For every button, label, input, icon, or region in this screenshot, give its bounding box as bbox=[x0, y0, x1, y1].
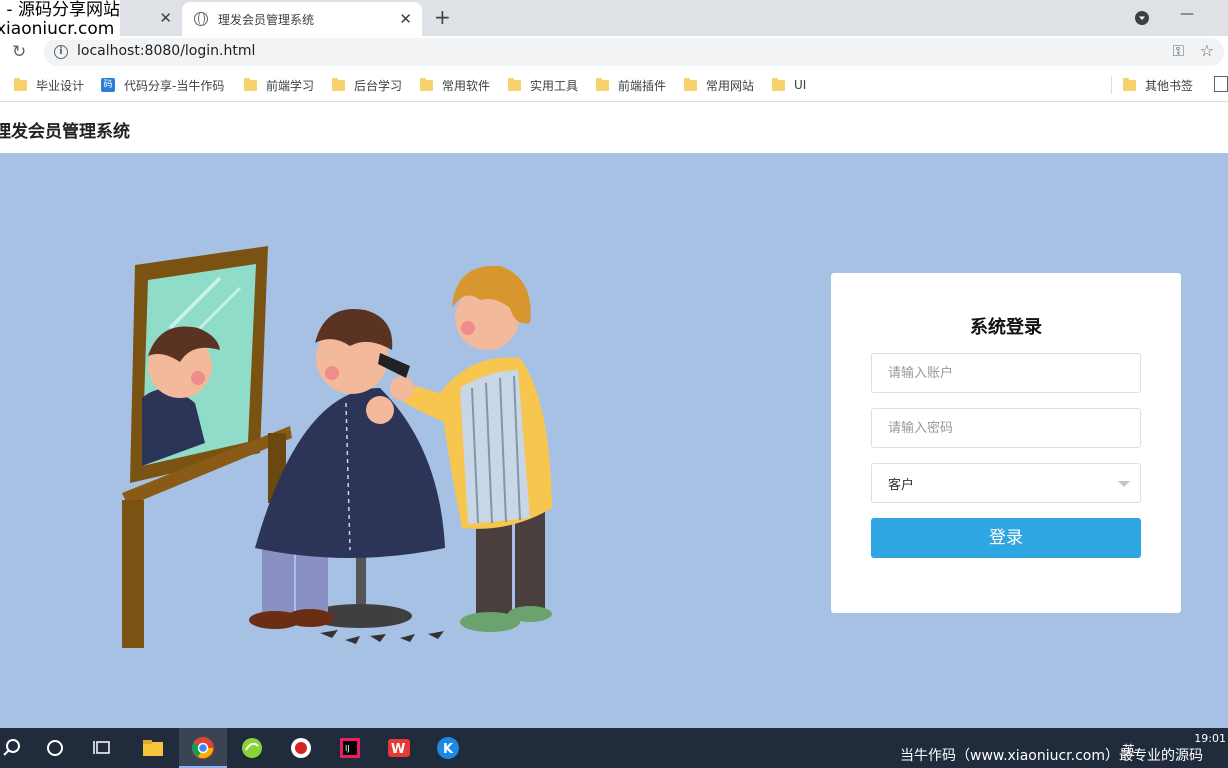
other-bookmarks[interactable]: 其他书签 bbox=[1123, 76, 1193, 94]
bookmark-item[interactable]: 前端插件 bbox=[596, 76, 666, 94]
bookmark-item[interactable]: 实用工具 bbox=[508, 76, 578, 94]
app-icon[interactable] bbox=[240, 736, 264, 760]
folder-icon bbox=[420, 77, 433, 91]
new-tab-button[interactable]: + bbox=[434, 5, 451, 29]
svg-text:K: K bbox=[443, 742, 454, 757]
folder-icon bbox=[1123, 77, 1136, 91]
profile-menu-icon[interactable] bbox=[1134, 10, 1150, 26]
taskbar: IJ W K 当牛作码（www.xiaoniucr.com）最专业的源码 英 1… bbox=[0, 728, 1228, 768]
taskbar-clock[interactable]: 19:01 bbox=[1194, 732, 1226, 745]
bookmark-label: 实用工具 bbox=[530, 78, 579, 93]
bookmark-label: 常用网站 bbox=[706, 78, 755, 93]
close-tab-icon[interactable]: ✕ bbox=[399, 10, 412, 28]
bookmark-label: 常用软件 bbox=[442, 78, 491, 93]
bookmark-label: 前端学习 bbox=[266, 78, 315, 93]
bookmark-item[interactable]: 常用软件 bbox=[420, 76, 490, 94]
folder-icon bbox=[596, 77, 609, 91]
globe-icon bbox=[194, 12, 208, 26]
search-icon[interactable] bbox=[0, 736, 24, 760]
role-select-value: 客户 bbox=[888, 477, 915, 493]
bookmark-star-icon[interactable]: ☆ bbox=[1200, 41, 1214, 60]
bookmark-label: 其他书签 bbox=[1145, 78, 1194, 93]
bookmark-label: 后台学习 bbox=[354, 78, 403, 93]
role-select[interactable]: 客户 bbox=[871, 463, 1141, 503]
cortana-icon[interactable] bbox=[43, 736, 67, 760]
browser-toolbar: ↻ i localhost:8080/login.html ⚿ ☆ bbox=[0, 36, 1228, 68]
chevron-down-icon bbox=[1118, 481, 1130, 487]
bookmark-divider bbox=[1111, 76, 1112, 94]
barber-illustration bbox=[122, 246, 552, 648]
file-explorer-icon[interactable] bbox=[141, 736, 165, 760]
task-view-icon[interactable] bbox=[90, 736, 114, 760]
folder-icon bbox=[684, 77, 697, 91]
watermark-line-2: xiaoniucr.com bbox=[0, 19, 115, 39]
login-button[interactable]: 登录 bbox=[871, 518, 1141, 558]
watermark-line-1: 码 - 源码分享网站 bbox=[0, 0, 120, 20]
tab-title: 理发会员管理系统 bbox=[218, 12, 315, 27]
bookmark-item[interactable]: 常用网站 bbox=[684, 76, 754, 94]
url-text[interactable]: localhost:8080/login.html bbox=[77, 43, 255, 59]
bookmark-label: 前端插件 bbox=[618, 78, 667, 93]
record-icon[interactable] bbox=[289, 736, 313, 760]
svg-text:IJ: IJ bbox=[345, 744, 350, 753]
bookmark-label: UI bbox=[794, 78, 807, 92]
close-tab-icon[interactable]: ✕ bbox=[159, 9, 172, 27]
login-title: 系统登录 bbox=[970, 317, 1042, 338]
k-app-icon[interactable]: K bbox=[436, 736, 460, 760]
account-input[interactable] bbox=[871, 353, 1141, 393]
page-title: 理发会员管理系统 bbox=[0, 122, 130, 142]
folder-icon bbox=[244, 77, 257, 91]
bookmark-item[interactable]: 毕业设计 bbox=[14, 76, 84, 94]
password-input[interactable] bbox=[871, 408, 1141, 448]
reload-icon[interactable]: ↻ bbox=[12, 42, 26, 62]
ime-indicator[interactable]: 英 bbox=[1122, 740, 1135, 759]
bookmark-item[interactable]: 码代码分享-当牛作码 bbox=[101, 76, 224, 94]
bookmarks-bar: 毕业设计 码代码分享-当牛作码 前端学习 后台学习 常用软件 实用工具 前端插件… bbox=[0, 68, 1228, 102]
reading-list-icon[interactable] bbox=[1214, 76, 1228, 92]
wps-icon[interactable]: W bbox=[387, 736, 411, 760]
login-background: 系统登录 客户 登录 bbox=[0, 153, 1228, 728]
key-icon[interactable]: ⚿ bbox=[1173, 42, 1184, 60]
folder-icon bbox=[772, 77, 785, 91]
tab-strip: ✕ 理发会员管理系统 ✕ + — bbox=[0, 0, 1228, 36]
address-bar[interactable]: i localhost:8080/login.html ⚿ ☆ bbox=[44, 38, 1224, 66]
page-header: 理发会员管理系统 bbox=[0, 103, 1228, 153]
chrome-icon[interactable] bbox=[191, 736, 215, 760]
bookmark-label: 代码分享-当牛作码 bbox=[124, 78, 225, 93]
folder-icon bbox=[508, 77, 521, 91]
intellij-icon[interactable]: IJ bbox=[338, 736, 362, 760]
login-card: 系统登录 客户 登录 bbox=[831, 273, 1181, 613]
tray-watermark-text: 当牛作码（www.xiaoniucr.com）最专业的源码 bbox=[900, 748, 1203, 764]
folder-icon bbox=[332, 77, 345, 91]
bookmark-item[interactable]: UI bbox=[772, 76, 806, 94]
info-icon[interactable]: i bbox=[54, 45, 68, 59]
tab-active[interactable]: 理发会员管理系统 ✕ bbox=[182, 2, 422, 36]
folder-icon bbox=[14, 77, 27, 91]
svg-text:W: W bbox=[391, 742, 405, 757]
minimize-button[interactable]: — bbox=[1180, 6, 1194, 22]
site-icon: 码 bbox=[101, 78, 115, 92]
bookmark-item[interactable]: 后台学习 bbox=[332, 76, 402, 94]
bookmark-item[interactable]: 前端学习 bbox=[244, 76, 314, 94]
bookmark-label: 毕业设计 bbox=[36, 78, 85, 93]
site-watermark: 码 - 源码分享网站 xiaoniucr.com bbox=[0, 0, 120, 40]
